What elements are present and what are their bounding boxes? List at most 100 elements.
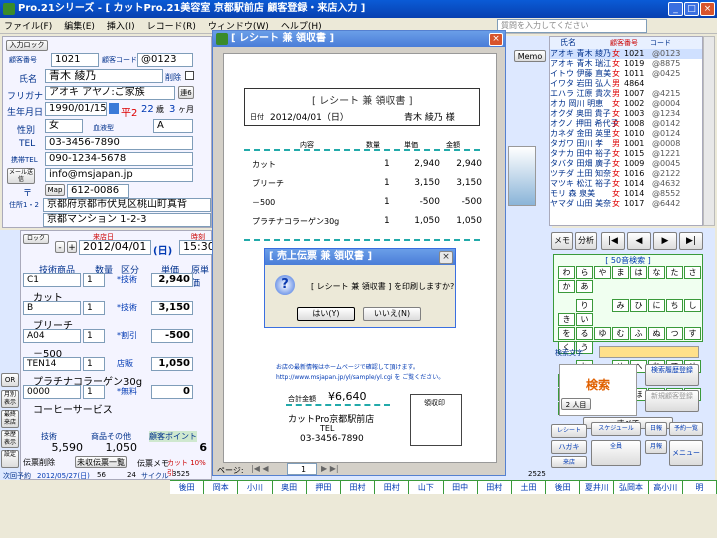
- unsent-list-button[interactable]: 未収伝票一覧: [75, 456, 127, 468]
- prev-date-button[interactable]: -: [55, 241, 65, 253]
- list-item[interactable]: ヤマダ 山田 美奈女 1017 @6442: [550, 199, 702, 209]
- kana-key[interactable]: ふ: [630, 327, 647, 340]
- daily-report-button[interactable]: 日報: [645, 422, 667, 436]
- name-chip[interactable]: 奥田: [273, 481, 307, 494]
- monthly-button[interactable]: 月別表示: [1, 390, 19, 408]
- kana-key[interactable]: に: [648, 299, 665, 312]
- list-item[interactable]: オカ 岡川 明恵女 1002 @0004: [550, 99, 702, 109]
- menu-button[interactable]: メニュー: [669, 440, 703, 466]
- menu-record[interactable]: レコード(R): [147, 19, 196, 32]
- family-button[interactable]: 連6: [178, 86, 194, 99]
- schedule-button[interactable]: スケジュール: [591, 422, 641, 436]
- delete-checkbox[interactable]: [185, 71, 194, 80]
- menu-edit[interactable]: 編集(E): [64, 19, 95, 32]
- kana-key[interactable]: す: [684, 327, 701, 340]
- blood-select[interactable]: A: [153, 119, 193, 133]
- last-visit-button[interactable]: 最終来店: [1, 410, 19, 428]
- visit-time-field[interactable]: 15:30: [179, 240, 213, 255]
- address1-field[interactable]: 京都府京都市伏見区桃山町真背: [43, 198, 211, 212]
- tel-field[interactable]: 03-3456-7890: [45, 136, 193, 150]
- kana-key[interactable]: ひ: [630, 299, 647, 312]
- calendar-icon[interactable]: [109, 103, 119, 114]
- last-record-icon[interactable]: ▶|: [679, 232, 703, 250]
- list-item[interactable]: タガワ 田川 孝男 1001 @0008: [550, 139, 702, 149]
- kana-key[interactable]: は: [630, 266, 647, 279]
- name-chip[interactable]: 後田: [170, 481, 205, 494]
- list-item[interactable]: カネダ 金田 英里女 1010 @0124: [550, 129, 702, 139]
- kana-key[interactable]: ち: [666, 299, 683, 312]
- list-item[interactable]: エハラ 江原 貴次男 1007 @4215: [550, 89, 702, 99]
- list-item[interactable]: オクノ 押田 希代子女 1008 @0142: [550, 119, 702, 129]
- new-customer-button[interactable]: 新規顧客登録: [645, 390, 699, 412]
- next-record-icon[interactable]: ▶: [653, 232, 677, 250]
- kana-key[interactable]: わ: [558, 266, 575, 279]
- sex-select[interactable]: 女: [45, 119, 83, 133]
- all-members-button[interactable]: 全員: [591, 440, 641, 466]
- kana-key[interactable]: ら: [576, 266, 593, 279]
- first-page-icon[interactable]: |◀ ◀: [251, 464, 269, 473]
- page-field[interactable]: 1: [287, 463, 317, 475]
- name-chip[interactable]: 岡本: [204, 481, 239, 494]
- kana-field[interactable]: アオキ アヤノ:ご家族: [45, 86, 175, 100]
- or-button[interactable]: OR: [1, 373, 19, 387]
- close-button[interactable]: ×: [700, 2, 715, 16]
- mail-send-button[interactable]: メール送信: [7, 168, 35, 184]
- name-chip[interactable]: 高小川: [649, 481, 683, 494]
- kana-key[interactable]: む: [612, 327, 629, 340]
- settings-button[interactable]: 設定: [1, 450, 19, 468]
- name-chip[interactable]: 田村: [375, 481, 410, 494]
- confirm-close-button[interactable]: ×: [439, 251, 453, 264]
- list-item[interactable]: イトウ 伊藤 直美女 1011 @0425: [550, 69, 702, 79]
- reserve-list-button[interactable]: 予約一覧: [669, 422, 703, 436]
- name-chip[interactable]: 弘岡本: [614, 481, 649, 494]
- receipt-close-button[interactable]: ×: [489, 33, 503, 46]
- analysis-button[interactable]: 分析: [575, 232, 597, 250]
- maximize-button[interactable]: □: [684, 2, 699, 16]
- receipt-button[interactable]: レシート: [551, 424, 587, 438]
- name-chip[interactable]: 明: [683, 481, 717, 494]
- kana-key[interactable]: さ: [684, 266, 701, 279]
- slip-delete-label[interactable]: 伝票削除: [23, 457, 55, 468]
- address2-field[interactable]: 京都マンション 1-2-3: [43, 213, 211, 227]
- kana-key[interactable]: み: [612, 299, 629, 312]
- kana-key[interactable]: り: [576, 299, 593, 312]
- name-chip[interactable]: 後田: [546, 481, 581, 494]
- kana-key[interactable]: し: [684, 299, 701, 312]
- no-button[interactable]: いいえ(N): [363, 307, 421, 321]
- name-chip[interactable]: 土田: [512, 481, 547, 494]
- kana-key[interactable]: た: [666, 266, 683, 279]
- map-button[interactable]: Map: [45, 184, 65, 196]
- list-scrollbar[interactable]: [703, 36, 715, 226]
- list-item[interactable]: マツキ 松江 裕子女 1014 @4632: [550, 179, 702, 189]
- kana-key[interactable]: き: [558, 313, 575, 326]
- name-chip[interactable]: 山下: [409, 481, 444, 494]
- kana-key[interactable]: ゆ: [594, 327, 611, 340]
- lock-button[interactable]: ロック: [23, 234, 49, 244]
- name-chip[interactable]: 田中: [444, 481, 478, 494]
- postcard-button[interactable]: ハガキ: [551, 440, 587, 454]
- kana-key[interactable]: つ: [666, 327, 683, 340]
- help-search-input[interactable]: 質問を入力してください: [497, 19, 647, 33]
- kana-key[interactable]: を: [558, 327, 575, 340]
- name-chip[interactable]: 小川: [238, 481, 273, 494]
- list-item[interactable]: ツチダ 土田 知奈女 1016 @2122: [550, 169, 702, 179]
- first-record-icon[interactable]: |◀: [601, 232, 625, 250]
- zip-field[interactable]: 612-0086: [67, 184, 129, 198]
- monthly-report-button[interactable]: 月報: [645, 440, 667, 454]
- kana-key[interactable]: ま: [612, 266, 629, 279]
- mail-field[interactable]: info@msjapan.jp: [45, 168, 193, 182]
- mobile-field[interactable]: 090-1234-5678: [45, 152, 193, 166]
- last-page-icon[interactable]: ▶ ▶|: [321, 464, 339, 473]
- minimize-button[interactable]: _: [668, 2, 683, 16]
- name-chip[interactable]: 夏井川: [580, 481, 615, 494]
- menu-file[interactable]: ファイル(F): [4, 19, 52, 32]
- list-item[interactable]: アオキ 青木 瑞江女 1019 @8875: [550, 59, 702, 69]
- kana-key[interactable]: や: [594, 266, 611, 279]
- name-chip[interactable]: 田村: [478, 481, 512, 494]
- list-item[interactable]: オクダ 奥田 貴子女 1003 @1234: [550, 109, 702, 119]
- list-item[interactable]: タバタ 田畑 廣子女 1009 @0045: [550, 159, 702, 169]
- search-text-input[interactable]: [599, 346, 699, 358]
- prev-record-icon[interactable]: ◀: [627, 232, 651, 250]
- list-item[interactable]: タナカ 田中 裕子女 1015 @1221: [550, 149, 702, 159]
- memo-tab[interactable]: Memo: [514, 50, 546, 62]
